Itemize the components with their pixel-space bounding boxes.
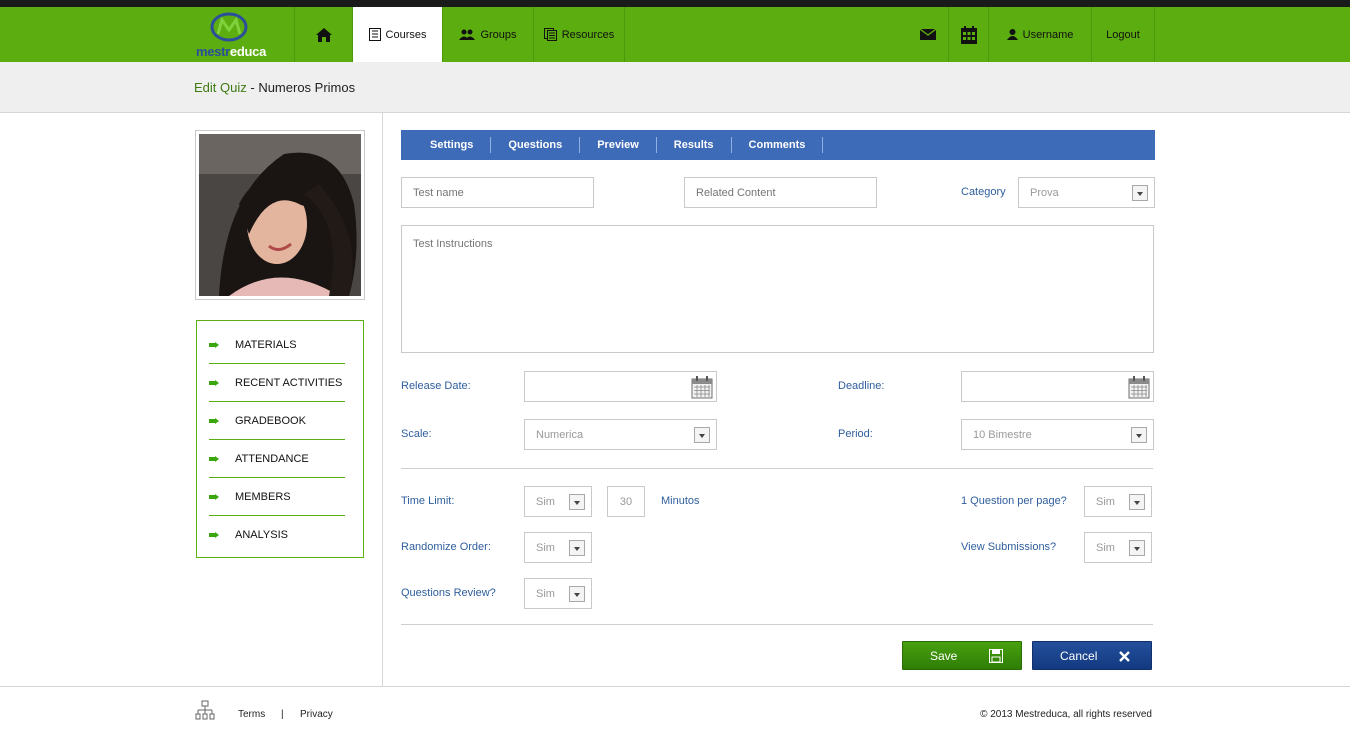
sidebar-item-attendance[interactable]: ATTENDANCE (209, 440, 345, 478)
tab-results[interactable]: Results (657, 137, 732, 153)
nav-logout[interactable]: Logout (1091, 7, 1155, 62)
sidebar-item-materials[interactable]: MATERIALS (209, 326, 345, 364)
one-question-label: 1 Question per page? (961, 495, 1067, 507)
chevron-down-icon (1129, 540, 1145, 556)
chevron-down-icon (569, 540, 585, 556)
copyright: © 2013 Mestreduca, all rights reserved (980, 709, 1152, 720)
tab-settings[interactable]: Settings (413, 137, 492, 153)
mail-icon (920, 29, 936, 40)
arrow-right-icon (209, 455, 219, 462)
quiz-tabs: Settings Questions Preview Results Comme… (401, 130, 1155, 160)
footer-separator: | (281, 709, 284, 720)
sidebar-item-recent-activities[interactable]: RECENT ACTIVITIES (209, 364, 345, 402)
save-button-label: Save (930, 648, 958, 663)
deadline-input[interactable] (961, 371, 1154, 402)
chevron-down-icon (1129, 494, 1145, 510)
minutes-input[interactable]: 30 (607, 486, 645, 517)
save-button[interactable]: Save (902, 641, 1022, 670)
chevron-down-icon (1131, 427, 1147, 443)
scale-label: Scale: (401, 428, 432, 440)
avatar (195, 130, 365, 300)
crumb-edit-quiz[interactable]: Edit Quiz (194, 80, 247, 95)
period-label: Period: (838, 428, 873, 440)
sitemap-icon[interactable] (195, 700, 215, 721)
nav-courses[interactable]: Courses (352, 7, 442, 62)
time-limit-select[interactable]: Sim (524, 486, 592, 517)
release-date-input[interactable] (524, 371, 717, 402)
divider (401, 468, 1153, 469)
logo-text: mestreduca (196, 44, 266, 59)
view-submissions-label: View Submissions? (961, 541, 1057, 553)
randomize-label: Randomize Order: (401, 541, 491, 553)
calendar-icon[interactable] (690, 375, 714, 399)
test-instructions-textarea[interactable] (401, 225, 1154, 353)
list-icon (368, 28, 381, 41)
footer: Terms | Privacy © 2013 Mestreduca, all r… (0, 686, 1350, 739)
user-icon (1006, 29, 1018, 40)
arrow-right-icon (209, 379, 219, 386)
home-icon (315, 27, 332, 42)
sidebar-item-gradebook[interactable]: GRADEBOOK (209, 402, 345, 440)
nav-user[interactable]: Username (988, 7, 1091, 62)
calendar-icon (960, 25, 977, 44)
deadline-label: Deadline: (838, 380, 885, 392)
questions-review-label: Questions Review? (401, 587, 496, 599)
arrow-right-icon (209, 493, 219, 500)
tab-comments[interactable]: Comments (732, 137, 824, 153)
logo-mark-icon (210, 12, 248, 42)
sidebar-item-analysis[interactable]: ANALYSIS (209, 516, 345, 554)
cancel-button-label: Cancel (1060, 648, 1098, 663)
breadcrumb: Edit Quiz - Numeros Primos (194, 80, 356, 95)
nav-calendar[interactable] (948, 7, 988, 62)
documents-icon (543, 28, 557, 41)
tab-preview[interactable]: Preview (580, 137, 657, 153)
top-strip (0, 0, 1350, 7)
floppy-disk-icon (989, 649, 1003, 663)
logo[interactable]: mestreduca (196, 7, 294, 62)
nav-resources[interactable]: Resources (533, 7, 625, 62)
nav-mail[interactable] (908, 7, 948, 62)
nav-groups-label: Groups (480, 28, 517, 41)
questions-review-select[interactable]: Sim (524, 578, 592, 609)
one-question-select[interactable]: Sim (1084, 486, 1152, 517)
nav-courses-label: Courses (385, 28, 427, 41)
chevron-down-icon (694, 427, 710, 443)
page-title: Numeros Primos (258, 80, 356, 95)
time-limit-label: Time Limit: (401, 495, 455, 507)
arrow-right-icon (209, 417, 219, 424)
arrow-right-icon (209, 341, 219, 348)
footer-privacy-link[interactable]: Privacy (300, 709, 333, 720)
divider (401, 624, 1153, 625)
calendar-icon[interactable] (1127, 375, 1151, 399)
category-label: Category (961, 186, 1006, 198)
period-select[interactable]: 10 Bimestre (961, 419, 1154, 450)
test-name-input[interactable] (401, 177, 594, 208)
scale-select[interactable]: Numerica (524, 419, 717, 450)
sidebar-divider (382, 113, 383, 687)
category-select[interactable]: Prova (1018, 177, 1155, 208)
group-icon (459, 29, 476, 40)
profile-photo (199, 134, 361, 296)
close-icon (1119, 651, 1130, 662)
related-content-input[interactable] (684, 177, 877, 208)
sidebar-item-members[interactable]: MEMBERS (209, 478, 345, 516)
cancel-button[interactable]: Cancel (1032, 641, 1152, 670)
footer-terms-link[interactable]: Terms (238, 709, 265, 720)
chevron-down-icon (569, 494, 585, 510)
sidebar-menu: MATERIALS RECENT ACTIVITIES GRADEBOOK AT… (196, 320, 364, 558)
nav-username: Username (1022, 28, 1074, 41)
minutes-label: Minutos (661, 495, 700, 507)
nav-groups[interactable]: Groups (442, 7, 533, 62)
chevron-down-icon (1132, 185, 1148, 201)
nav-resources-label: Resources (561, 28, 615, 41)
release-date-label: Release Date: (401, 380, 471, 392)
tab-questions[interactable]: Questions (491, 137, 581, 153)
arrow-right-icon (209, 532, 219, 538)
chevron-down-icon (569, 586, 585, 602)
nav-home[interactable] (294, 7, 352, 62)
nav-logout-label: Logout (1106, 28, 1140, 41)
randomize-select[interactable]: Sim (524, 532, 592, 563)
subheader: Edit Quiz - Numeros Primos (0, 62, 1350, 113)
view-submissions-select[interactable]: Sim (1084, 532, 1152, 563)
